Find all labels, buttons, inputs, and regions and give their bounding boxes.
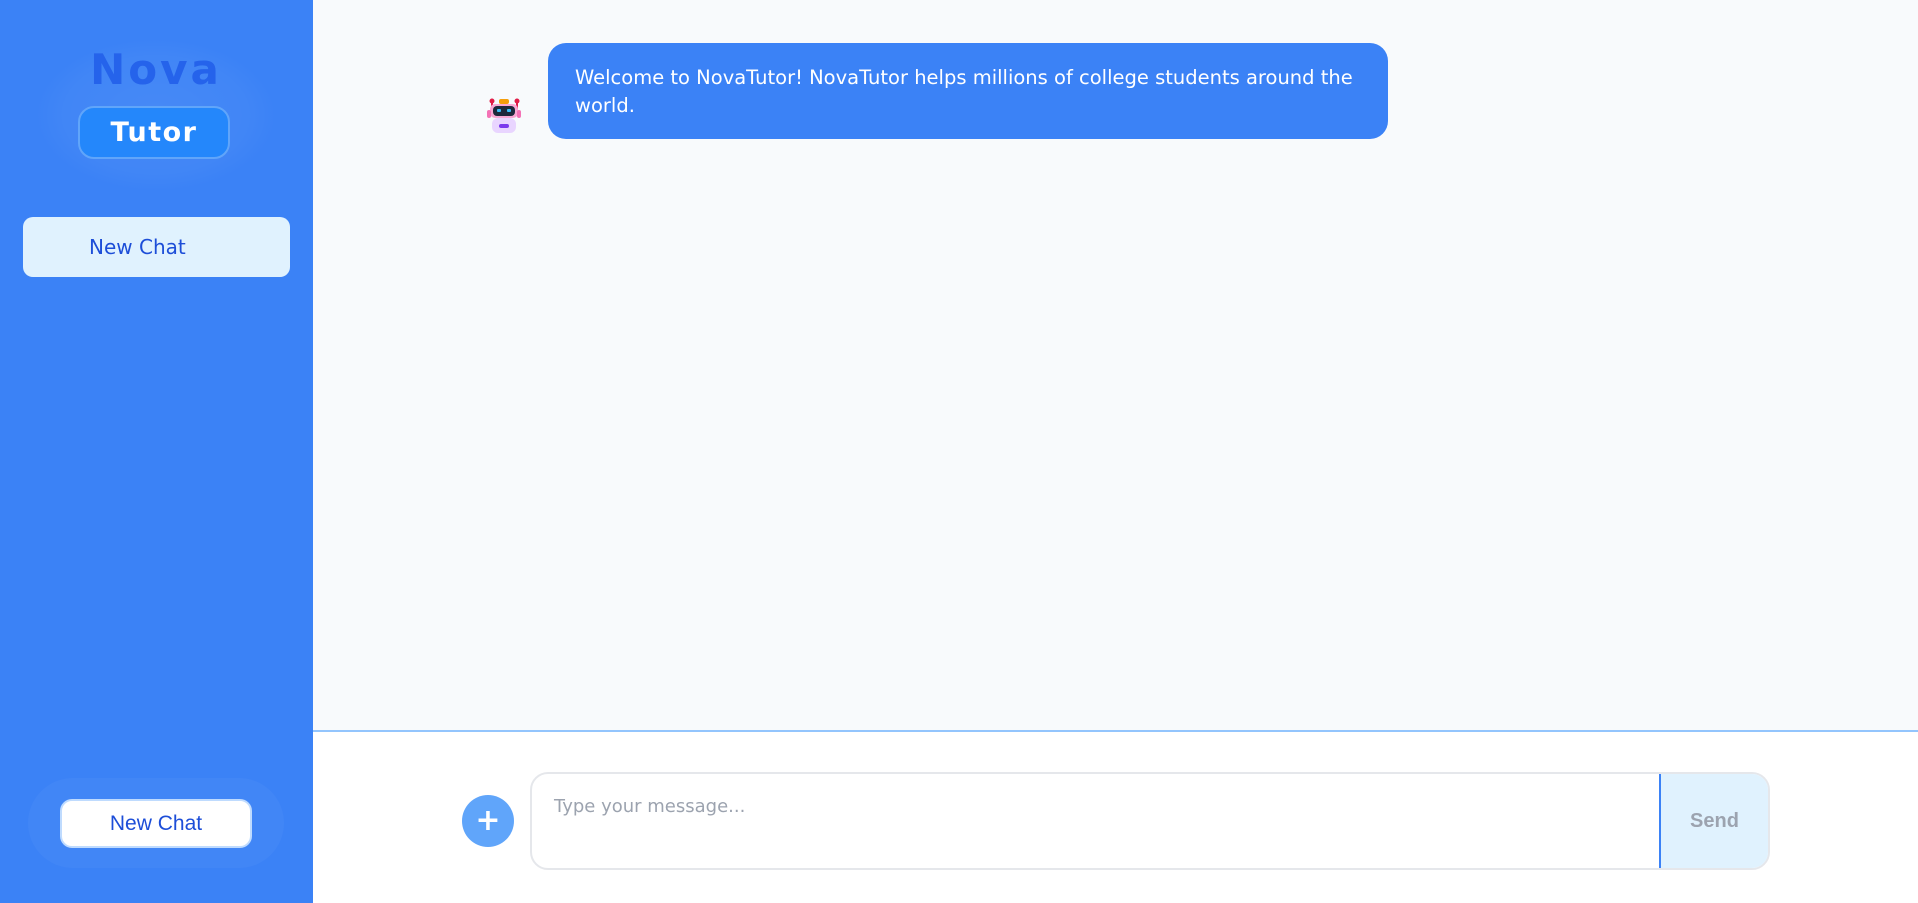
chat-area: Welcome to NovaTutor! NovaTutor helps mi… xyxy=(313,0,1918,903)
app-root: Nova Tutor New Chat New Chat Welcome to … xyxy=(0,0,1918,903)
robot-icon xyxy=(483,96,525,138)
logo-nova-text: Nova xyxy=(90,45,222,94)
logo: Nova Tutor xyxy=(38,40,274,190)
attach-button[interactable]: + xyxy=(462,795,514,847)
message-input[interactable] xyxy=(532,774,1659,868)
sidebar: Nova Tutor New Chat New Chat xyxy=(0,0,313,903)
composer-input-box: Send xyxy=(530,772,1770,870)
new-chat-button[interactable]: New Chat xyxy=(23,217,290,277)
composer-bar: + Send xyxy=(313,730,1918,903)
bot-message-bubble: Welcome to NovaTutor! NovaTutor helps mi… xyxy=(548,43,1388,139)
new-chat-bottom-button[interactable]: New Chat xyxy=(60,799,252,848)
send-button[interactable]: Send xyxy=(1659,774,1768,868)
logo-tutor-badge: Tutor xyxy=(78,106,230,159)
